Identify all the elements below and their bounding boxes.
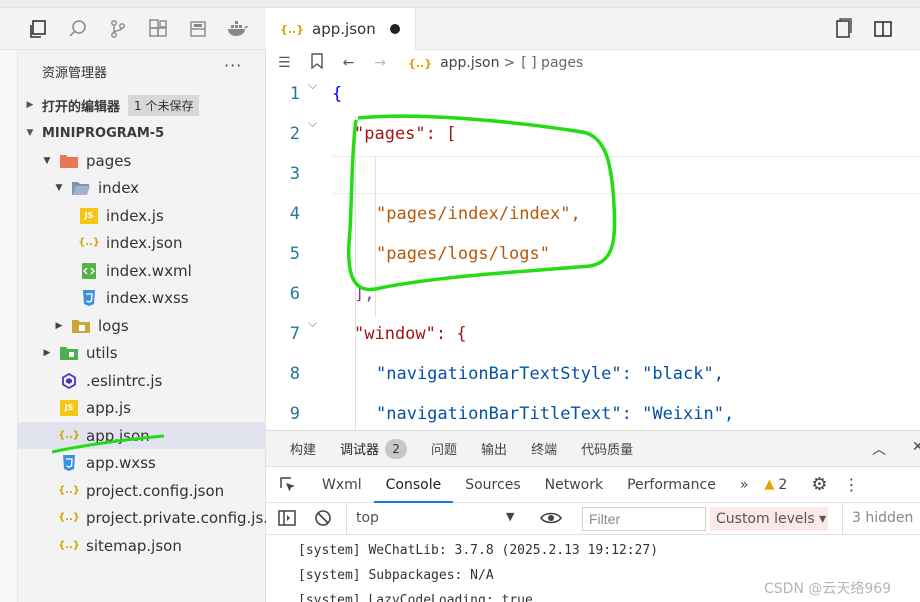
tab-output[interactable]: 输出 — [481, 439, 507, 458]
console-log-line: [system] Subpackages: N/A — [298, 568, 494, 583]
annotation-underline — [51, 434, 165, 454]
caret-down-icon[interactable]: ▼ — [506, 510, 514, 523]
filter-input[interactable]: Filter — [582, 507, 706, 531]
hidden-count: 3 hidden — [852, 510, 914, 526]
divider — [842, 503, 843, 535]
devtools-top-tabs: 构建 调试器 2 问题 输出 终端 代码质量 ︿ ✕ — [266, 431, 920, 467]
console-toolbar: top ▼ Filter Custom levels ▾ 3 hidden — [266, 503, 920, 535]
watermark: CSDN @云天络969 — [764, 581, 892, 597]
tab-code-quality[interactable]: 代码质量 — [581, 439, 633, 458]
more-tabs-icon[interactable]: » — [728, 467, 761, 503]
tab-console[interactable]: Console — [373, 467, 454, 503]
divider — [346, 503, 347, 535]
annotation-circle — [346, 114, 617, 292]
clear-console-icon[interactable] — [314, 509, 332, 531]
tab-terminal[interactable]: 终端 — [531, 439, 557, 458]
kebab-menu-icon[interactable]: ⋮ — [843, 475, 859, 494]
tab-wxml[interactable]: Wxml — [310, 467, 374, 503]
eye-icon[interactable] — [540, 509, 562, 531]
custom-levels-dropdown[interactable]: Custom levels ▾ — [710, 507, 828, 531]
warning-count[interactable]: 2 — [778, 477, 787, 493]
console-log-line: [system] LazyCodeLoading: true — [298, 593, 533, 602]
tab-network[interactable]: Network — [533, 467, 615, 503]
tab-performance[interactable]: Performance — [615, 467, 728, 503]
gear-icon[interactable]: ⚙ — [811, 474, 827, 495]
close-icon[interactable]: ✕ — [912, 439, 920, 455]
sidebar-toggle-icon[interactable] — [278, 509, 296, 531]
console-log-line: [system] WeChatLib: 3.7.8 (2025.2.13 19:… — [298, 543, 659, 558]
inspect-element-icon[interactable] — [266, 467, 310, 503]
tab-sources[interactable]: Sources — [453, 467, 532, 503]
warning-icon[interactable]: ▲ — [764, 477, 774, 492]
tab-problems[interactable]: 问题 — [431, 439, 457, 458]
devtools-panel-tabs: Wxml Console Sources Network Performance… — [266, 467, 920, 503]
context-select[interactable]: top — [356, 510, 379, 526]
tab-debugger[interactable]: 调试器 — [340, 439, 379, 458]
chevron-up-icon[interactable]: ︿ — [872, 439, 886, 459]
devtools-panel: 构建 调试器 2 问题 输出 终端 代码质量 ︿ ✕ Wxml Console … — [266, 430, 920, 602]
tab-build[interactable]: 构建 — [290, 439, 316, 458]
debugger-badge: 2 — [385, 438, 408, 459]
